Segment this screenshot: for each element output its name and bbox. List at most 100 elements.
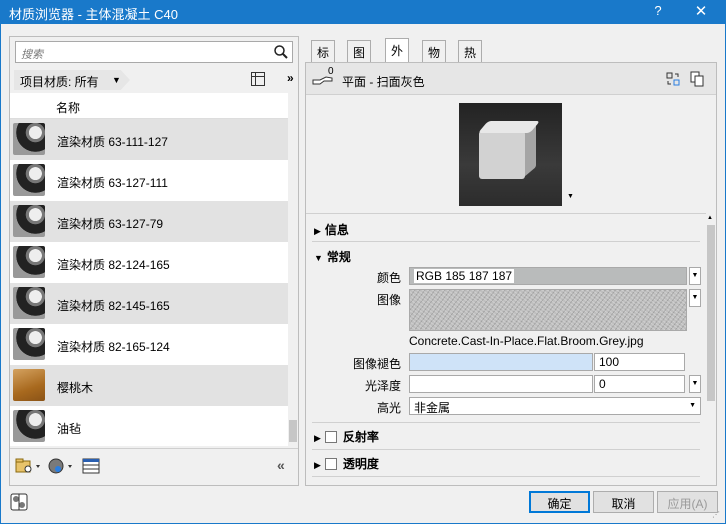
apply-button[interactable]: 应用(A) — [657, 491, 718, 513]
section-transparency[interactable]: ▶ 透明度 — [314, 455, 379, 472]
material-name: 渲染材质 82-124-165 — [57, 258, 170, 272]
list-item[interactable]: 樱桃木 — [10, 365, 288, 406]
properties-scroll-thumb[interactable] — [707, 225, 715, 401]
material-name: 渲染材质 63-111-127 — [57, 135, 168, 149]
material-name: 油毡 — [57, 422, 82, 436]
asset-name: 平面 - 扫面灰色 — [342, 75, 425, 89]
list-scrollbar[interactable] — [288, 93, 298, 446]
tab-appearance[interactable]: 外观 — [385, 38, 410, 75]
toggle-panel-icon[interactable] — [10, 493, 28, 511]
material-preview[interactable] — [459, 103, 562, 206]
material-list-panel: 搜索 项目材质: 所有 ▼ » 名称 渲染材质 63-111-127 渲染材质 6… — [9, 36, 299, 486]
resize-grip-icon[interactable]: ⋰ — [712, 510, 720, 519]
panel-layout-icon[interactable] — [251, 72, 265, 86]
tab-physical[interactable]: 物理 — [422, 40, 447, 77]
close-button[interactable]: ✕ — [692, 2, 710, 20]
properties-scrollbar[interactable]: ▲ — [706, 213, 716, 485]
material-thumbnail — [13, 287, 45, 319]
create-material-icon[interactable] — [14, 457, 42, 475]
expand-icon: ▶ — [314, 226, 321, 236]
reflectivity-checkbox[interactable] — [324, 431, 337, 443]
list-scroll-thumb[interactable] — [289, 420, 297, 442]
material-name: 樱桃木 — [57, 381, 94, 395]
asset-header: 0 平面 - 扫面灰色 — [306, 63, 716, 95]
replace-asset-icon[interactable] — [666, 72, 680, 86]
material-thumbnail — [13, 246, 45, 278]
duplicate-asset-icon[interactable] — [690, 71, 704, 87]
color-dropdown[interactable]: ▼ — [689, 267, 701, 285]
list-item[interactable]: 渲染材质 82-165-124 — [10, 324, 288, 365]
preview-options-icon[interactable]: ▼ — [567, 193, 574, 200]
window-title: 材质浏览器 - 主体混凝土 C40 — [9, 7, 179, 22]
material-thumbnail — [13, 164, 45, 196]
library-filter-label: 项目材质: 所有 — [20, 75, 99, 89]
collapse-icon: ▼ — [314, 253, 323, 263]
transparency-checkbox[interactable] — [324, 458, 337, 470]
preview-cube — [477, 120, 541, 179]
search-input[interactable]: 搜索 — [15, 41, 293, 63]
list-view-icon[interactable] — [82, 457, 100, 475]
search-icon[interactable] — [273, 44, 289, 60]
divider — [312, 241, 700, 242]
section-info-label: 信息 — [324, 223, 349, 237]
ok-button[interactable]: 确定 — [529, 491, 590, 513]
section-info[interactable]: ▶ 信息 — [314, 221, 349, 238]
image-fade-slider[interactable] — [409, 353, 593, 371]
section-general-label: 常规 — [326, 250, 351, 264]
material-thumbnail — [13, 328, 45, 360]
material-thumbnail — [13, 123, 45, 155]
tab-graphics[interactable]: 图形 — [347, 40, 372, 77]
glossiness-slider[interactable] — [409, 375, 593, 393]
material-name: 渲染材质 63-127-111 — [57, 176, 168, 190]
library-filter-dropdown[interactable]: 项目材质: 所有 ▼ — [14, 70, 130, 90]
column-header-name[interactable]: 名称 — [10, 93, 288, 119]
list-item[interactable]: 油毡 — [10, 406, 288, 446]
title-bar: 材质浏览器 - 主体混凝土 C40 ? ✕ — [0, 0, 726, 24]
expand-library-button[interactable]: » — [287, 71, 294, 85]
glossiness-input[interactable]: 0 — [594, 375, 685, 393]
scroll-up-icon[interactable]: ▲ — [707, 215, 713, 221]
collapse-left-button[interactable]: « — [277, 457, 285, 473]
property-list: ▶ 信息 ▼ 常规 颜色 RGB 185 187 187 ▼ 图像 ▼ Concre… — [306, 213, 706, 485]
material-rows: 渲染材质 63-111-127 渲染材质 63-127-111 渲染材质 63-12… — [10, 119, 288, 446]
section-general[interactable]: ▼ 常规 — [314, 248, 351, 265]
image-filename[interactable]: Concrete.Cast-In-Place.Flat.Broom.Grey.j… — [409, 334, 644, 348]
material-thumbnail — [13, 369, 45, 401]
color-swatch[interactable]: RGB 185 187 187 — [409, 267, 687, 285]
color-label: 颜色 — [376, 271, 401, 285]
image-thumbnail[interactable] — [409, 289, 687, 331]
list-item[interactable]: 渲染材质 63-127-111 — [10, 160, 288, 201]
divider — [312, 449, 700, 450]
appearance-panel: 0 平面 - 扫面灰色 ▼ ▶ 信息 ▼ 常规 颜色 RGB 185 187 1… — [305, 62, 717, 486]
section-reflectivity[interactable]: ▶ 反射率 — [314, 428, 379, 445]
list-item[interactable]: 渲染材质 63-127-79 — [10, 201, 288, 242]
expand-icon: ▶ — [314, 460, 321, 470]
asset-user-count: 0 — [328, 66, 334, 77]
tab-identity[interactable]: 标识 — [311, 40, 336, 77]
cancel-button[interactable]: 取消 — [593, 491, 654, 513]
library-icon[interactable] — [46, 457, 76, 475]
chevron-down-icon: ▼ — [689, 402, 696, 409]
image-fade-label: 图像褪色 — [352, 357, 401, 371]
highlights-value: 非金属 — [414, 401, 451, 415]
glossiness-dropdown[interactable]: ▼ — [689, 375, 701, 393]
list-item[interactable]: 渲染材质 82-145-165 — [10, 283, 288, 324]
image-fade-input[interactable]: 100 — [594, 353, 685, 371]
divider — [312, 422, 700, 423]
chevron-down-icon: ▼ — [112, 75, 121, 85]
material-list[interactable]: 名称 渲染材质 63-111-127 渲染材质 63-127-111 渲染材质 63… — [10, 93, 288, 446]
material-name: 渲染材质 82-145-165 — [57, 299, 170, 313]
expand-icon: ▶ — [314, 433, 321, 443]
section-transparency-label: 透明度 — [342, 457, 379, 471]
list-item[interactable]: 渲染材质 82-124-165 — [10, 242, 288, 283]
image-fade-fill — [410, 354, 592, 370]
help-button[interactable]: ? — [650, 3, 666, 18]
image-label: 图像 — [376, 293, 401, 307]
search-placeholder: 搜索 — [21, 49, 43, 61]
dialog-footer: 确定 取消 应用(A) — [0, 484, 724, 522]
left-panel-footer: « — [10, 448, 298, 485]
tab-thermal[interactable]: 热度 — [458, 40, 483, 77]
highlights-select[interactable]: 非金属 ▼ — [409, 397, 701, 415]
image-dropdown[interactable]: ▼ — [689, 289, 701, 307]
list-item[interactable]: 渲染材质 63-111-127 — [10, 119, 288, 160]
